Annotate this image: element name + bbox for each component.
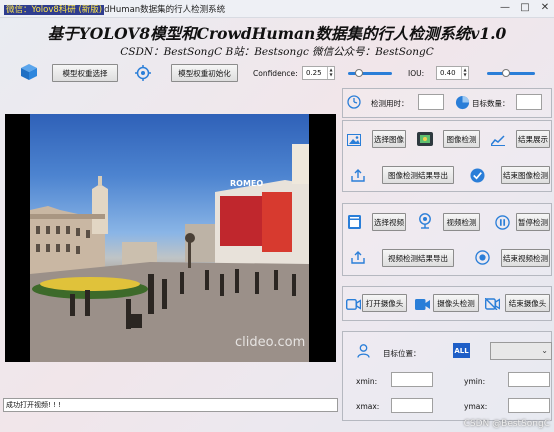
preview-image: ROMEO clideo.com [30, 114, 309, 362]
video-file-icon [346, 214, 362, 230]
camera-detect-button[interactable]: 摄像头检测 [433, 294, 479, 312]
close-camera-button[interactable]: 结束摄像头 [505, 294, 550, 312]
stop-icon [474, 249, 490, 265]
maximize-button[interactable]: □ [516, 2, 534, 13]
pie-chart-icon [454, 94, 470, 110]
spin-arrows-icon[interactable]: ▲ ▼ [461, 67, 468, 79]
open-camera-button[interactable]: 打开摄像头 [362, 294, 407, 312]
csdn-watermark: CSDN @BestSongC [463, 419, 550, 429]
billboard-sign: ROMEO [230, 179, 263, 188]
ymax-label: ymax: [464, 402, 488, 411]
cube-icon [20, 63, 38, 81]
close-button[interactable]: ✕ [536, 2, 554, 13]
status-text: 成功打开视频! ! ! [6, 401, 61, 409]
image-detect-button[interactable]: 图像检测 [443, 130, 480, 148]
show-result-button[interactable]: 结果展示 [516, 130, 550, 148]
upload-icon [350, 167, 366, 183]
target-select-dropdown[interactable]: ⌄ [490, 342, 552, 360]
pause-icon [494, 214, 510, 230]
app-subtitle: CSDN：BestSongC B站：Bestsongc 微信公众号：BestSo… [120, 46, 434, 58]
model-weight-select-button[interactable]: 模型权重选择 [52, 64, 118, 82]
window-title: 微信：Yolov8科研 (新版) dHuman数据集的行人检测系统 [4, 3, 225, 15]
iou-slider[interactable] [487, 69, 535, 77]
xmin-label: xmin: [356, 377, 378, 386]
export-video-result-button[interactable]: 视频检测结果导出 [382, 249, 454, 267]
end-image-detect-button[interactable]: 结束图像检测 [501, 166, 550, 184]
ymin-value [508, 372, 550, 387]
person-icon [355, 343, 371, 359]
status-bar: 成功打开视频! ! ! [3, 398, 338, 412]
all-badge-icon: ALL [453, 343, 470, 358]
export-image-result-button[interactable]: 图像检测结果导出 [382, 166, 454, 184]
app-title: 基于YOLOV8模型和CrowdHuman数据集的行人检测系统v1.0 [47, 24, 507, 43]
clideo-watermark: clideo.com [235, 335, 305, 350]
target-count-label: 目标数量： [472, 99, 510, 108]
xmin-value [391, 372, 433, 387]
window-title-text: dHuman数据集的行人检测系统 [104, 5, 226, 15]
detection-time-value [418, 94, 444, 110]
chevron-down-icon: ⌄ [541, 346, 548, 355]
select-video-button[interactable]: 选择视频 [372, 213, 406, 231]
camera-off-icon [484, 296, 500, 312]
confidence-value: 0.25 [306, 69, 322, 77]
detection-time-label: 检测用时： [371, 99, 409, 108]
select-image-button[interactable]: 选择图像 [372, 130, 406, 148]
target-position-label: 目标位置： [383, 349, 421, 358]
upload-icon [350, 249, 366, 265]
pause-detect-button[interactable]: 暂停检测 [516, 213, 550, 231]
video-detect-button[interactable]: 视频检测 [443, 213, 480, 231]
confidence-label: Confidence: [253, 69, 298, 78]
image-detect-icon [417, 131, 433, 147]
ymax-value [508, 398, 550, 413]
image-icon [346, 132, 362, 148]
confidence-slider-handle[interactable] [355, 69, 363, 77]
minimize-button[interactable]: — [496, 2, 514, 13]
settings-target-icon[interactable] [134, 64, 152, 82]
check-circle-icon [469, 167, 485, 183]
iou-spinbox[interactable]: 0.40 ▲ ▼ [436, 66, 469, 80]
webcam-icon [417, 213, 433, 229]
iou-value: 0.40 [440, 69, 456, 77]
iou-label: IOU: [408, 69, 425, 78]
confidence-spinbox[interactable]: 0.25 ▲ ▼ [302, 66, 335, 80]
xmax-value [391, 398, 433, 413]
target-count-value [516, 94, 542, 110]
trend-chart-icon [490, 132, 506, 148]
iou-slider-handle[interactable] [502, 69, 511, 77]
xmax-label: xmax: [356, 402, 380, 411]
confidence-slider[interactable] [348, 69, 392, 77]
camera-outline-icon [345, 296, 361, 312]
window-app-icon-label: 微信：Yolov8科研 (新版) [4, 5, 105, 15]
clock-icon [346, 94, 362, 110]
camera-solid-icon [414, 296, 430, 312]
end-video-detect-button[interactable]: 结束视频检测 [501, 249, 550, 267]
spin-arrows-icon[interactable]: ▲ ▼ [327, 67, 334, 79]
ymin-label: ymin: [464, 377, 486, 386]
model-weight-init-button[interactable]: 模型权重初始化 [171, 64, 238, 82]
